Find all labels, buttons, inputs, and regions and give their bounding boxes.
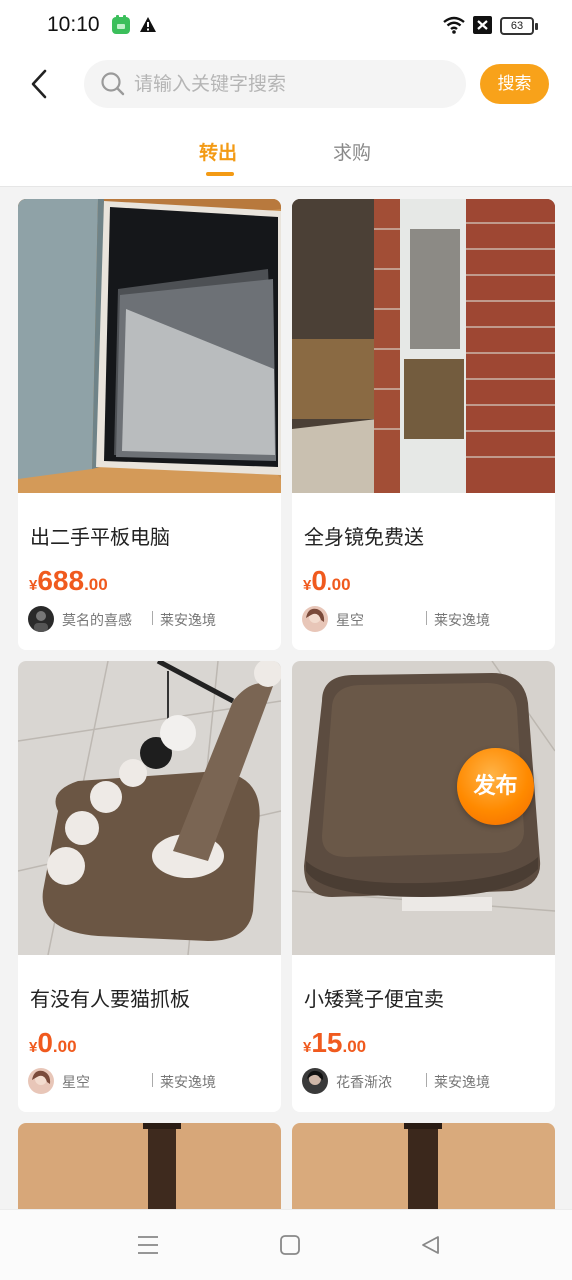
- listing-title: 小矮凳子便宜卖: [304, 987, 444, 1011]
- seller-name: 莫名的喜感: [62, 613, 132, 629]
- back-triangle-icon[interactable]: [419, 1234, 441, 1260]
- warning-icon: [139, 16, 157, 37]
- avatar: [28, 1068, 54, 1094]
- avatar: [302, 606, 328, 632]
- listing-meta: 花香渐浓 莱安逸境: [302, 1068, 552, 1094]
- listing-meta: 星空 莱安逸境: [28, 1068, 278, 1094]
- avatar: [302, 1068, 328, 1094]
- no-sim-icon: [473, 16, 492, 38]
- header-area: 10:10 63 搜索 转出 求购: [0, 0, 572, 187]
- listing-meta: 星空 莱安逸境: [302, 606, 552, 632]
- listing-card[interactable]: 全身镜免费送 ¥0.00 星空 莱安逸境: [292, 199, 555, 650]
- status-time: 10:10: [47, 13, 100, 36]
- listing-card[interactable]: 小矮凳子便宜卖 ¥15.00 花香渐浓 莱安逸境: [292, 661, 555, 1112]
- menu-icon[interactable]: [137, 1234, 159, 1260]
- community-name: 莱安逸境: [434, 613, 490, 629]
- back-icon: [31, 69, 47, 99]
- app-notification-icon: [111, 15, 131, 39]
- status-bar: 10:10 63: [0, 0, 572, 52]
- listing-card[interactable]: [18, 1123, 281, 1223]
- header-divider: [0, 186, 572, 187]
- listing-price: ¥0.00: [29, 1027, 77, 1058]
- search-button[interactable]: 搜索: [480, 64, 549, 104]
- meta-divider: [426, 1073, 427, 1087]
- listing-price: ¥688.00: [29, 565, 108, 596]
- search-icon: [100, 71, 126, 101]
- listing-image-partial: [18, 1123, 281, 1223]
- listing-price: ¥15.00: [303, 1027, 367, 1058]
- community-name: 莱安逸境: [434, 1075, 490, 1091]
- listing-title: 有没有人要猫抓板: [30, 987, 190, 1011]
- listing-image-partial: [292, 1123, 555, 1223]
- home-icon[interactable]: [279, 1234, 301, 1260]
- search-input[interactable]: [134, 60, 454, 108]
- publish-button[interactable]: 发布: [457, 748, 534, 825]
- tab-transfer-out[interactable]: 转出: [199, 138, 237, 165]
- seller-name: 星空: [62, 1075, 90, 1091]
- listing-image-cat-scratcher: [18, 661, 281, 955]
- listing-card[interactable]: [292, 1123, 555, 1223]
- listing-meta: 莫名的喜感 莱安逸境: [28, 606, 278, 632]
- search-box[interactable]: [84, 60, 466, 108]
- listing-price: ¥0.00: [303, 565, 351, 596]
- listing-title: 全身镜免费送: [304, 525, 424, 549]
- listing-image-tablet: [18, 199, 281, 493]
- seller-name: 花香渐浓: [336, 1075, 392, 1091]
- meta-divider: [152, 611, 153, 625]
- listing-card[interactable]: 有没有人要猫抓板 ¥0.00 星空 莱安逸境: [18, 661, 281, 1112]
- tab-wanted[interactable]: 求购: [333, 138, 371, 165]
- community-name: 莱安逸境: [160, 1075, 216, 1091]
- wifi-icon: [442, 15, 466, 39]
- meta-divider: [426, 611, 427, 625]
- listing-card[interactable]: 出二手平板电脑 ¥688.00 莫名的喜感 莱安逸境: [18, 199, 281, 650]
- community-name: 莱安逸境: [160, 613, 216, 629]
- listing-image-mirror: [292, 199, 555, 493]
- tab-active-indicator: [206, 172, 234, 176]
- avatar: [28, 606, 54, 632]
- meta-divider: [152, 1073, 153, 1087]
- back-button[interactable]: [22, 62, 58, 106]
- system-nav-bar: [0, 1209, 572, 1280]
- listing-title: 出二手平板电脑: [30, 525, 170, 549]
- battery-indicator: 63: [500, 17, 538, 35]
- seller-name: 星空: [336, 613, 364, 629]
